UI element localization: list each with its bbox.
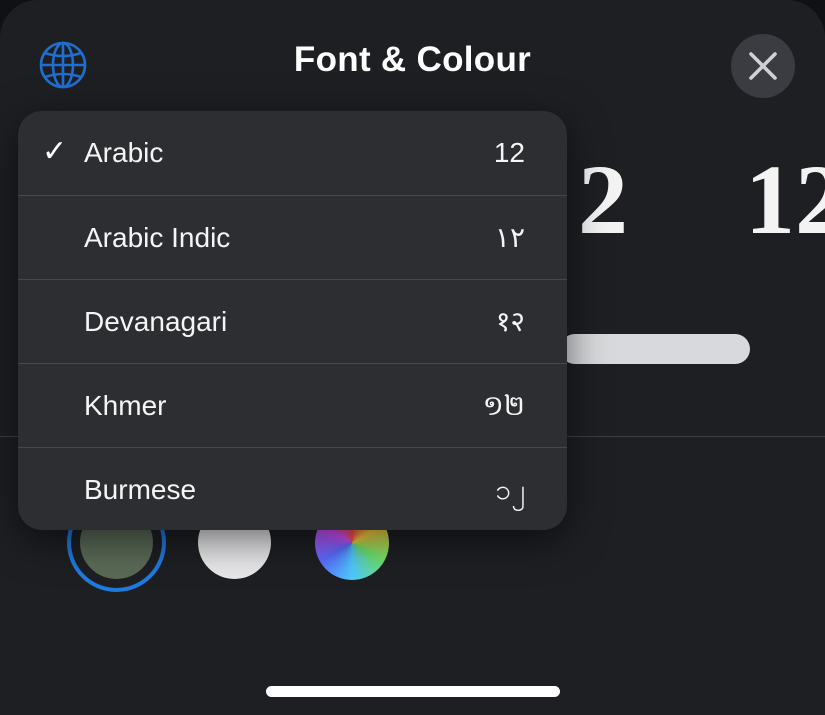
menu-item-numeral: ١٢: [494, 222, 525, 253]
checkmark-icon: ✓: [42, 135, 68, 168]
close-icon: [749, 52, 777, 80]
menu-item-arabic-indic[interactable]: Arabic Indic ١٢: [18, 196, 567, 280]
font-preview-digits-alt[interactable]: 12: [745, 150, 825, 250]
menu-item-numeral: १२: [495, 306, 525, 337]
weight-slider[interactable]: [560, 334, 750, 364]
menu-item-khmer[interactable]: Khmer ១២: [18, 364, 567, 448]
numeral-system-menu: ✓ Arabic 12 Arabic Indic ١٢ Devanagari १…: [18, 111, 567, 530]
menu-item-label: Devanagari: [84, 306, 228, 337]
home-indicator[interactable]: [266, 686, 560, 697]
menu-item-burmese[interactable]: Burmese ၁၂: [18, 448, 567, 530]
menu-item-numeral: 12: [493, 137, 525, 168]
menu-item-label: Khmer: [84, 390, 167, 421]
font-colour-sheet: Font & Colour 2 12 ✓ Arabic 12 Arabic In…: [0, 0, 825, 715]
close-button[interactable]: [731, 34, 795, 98]
menu-item-label: Arabic: [84, 137, 164, 168]
menu-item-numeral: ၁၂: [495, 474, 525, 505]
menu-item-arabic[interactable]: ✓ Arabic 12: [18, 111, 567, 195]
font-preview-digits[interactable]: 2: [578, 150, 628, 250]
menu-item-numeral: ១២: [482, 390, 525, 421]
page-title: Font & Colour: [293, 40, 532, 79]
menu-item-label: Burmese: [84, 474, 197, 505]
menu-item-devanagari[interactable]: Devanagari १२: [18, 280, 567, 364]
menu-item-label: Arabic Indic: [84, 222, 231, 253]
